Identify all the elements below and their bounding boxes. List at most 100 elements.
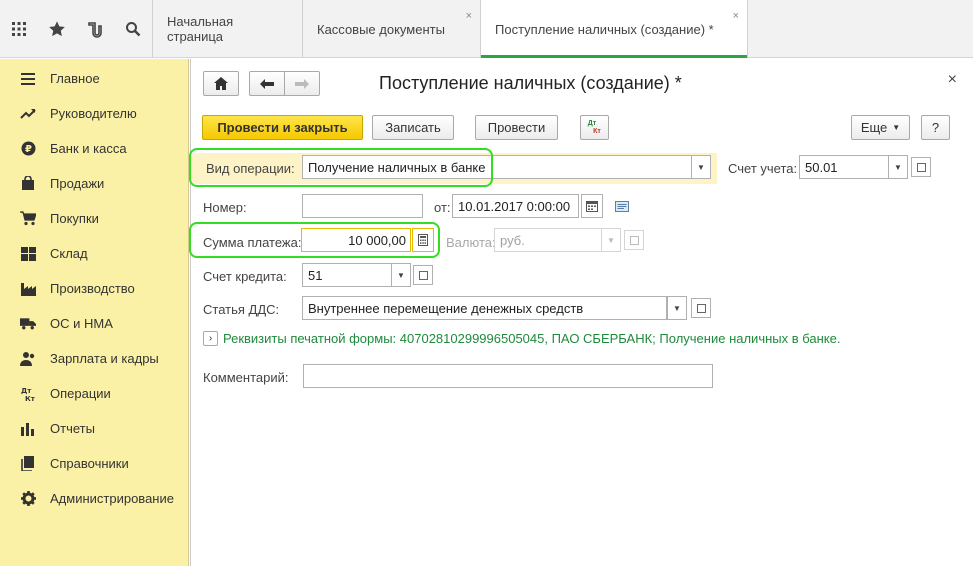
credit-account-field[interactable]: 51 (302, 263, 392, 287)
more-label: Еще (860, 120, 888, 135)
operation-type-dropdown[interactable]: ▼ (691, 155, 711, 179)
dds-field[interactable]: Внутреннее перемещение денежных средств (302, 296, 667, 320)
number-label: Номер: (203, 200, 247, 215)
sidebar-item-reports[interactable]: Отчеты (0, 411, 188, 446)
currency-open-button[interactable] (624, 230, 644, 250)
tab-home[interactable]: Начальная страница (152, 0, 302, 58)
sidebar-item-main[interactable]: Главное (0, 61, 188, 96)
date-label: от: (434, 200, 451, 215)
sidebar-item-label: Справочники (50, 456, 129, 471)
chevron-down-icon: ▼ (607, 235, 615, 245)
expand-chevron-icon[interactable]: › (203, 331, 218, 346)
sidebar-item-label: Банк и касса (50, 141, 127, 156)
dt-kt-icon: Дт Кт (20, 386, 36, 402)
open-icon (916, 162, 926, 172)
bag-icon (20, 176, 36, 192)
people-icon (20, 351, 36, 367)
sidebar-item-manager[interactable]: Руководителю (0, 96, 188, 131)
bar-chart-icon (20, 421, 36, 437)
more-button[interactable]: Еще ▼ (851, 115, 910, 140)
post-and-close-button[interactable]: Провести и закрыть (202, 115, 363, 140)
open-icon (418, 270, 428, 280)
star-icon[interactable] (38, 0, 76, 58)
sidebar-item-label: Зарплата и кадры (50, 351, 159, 366)
back-button[interactable] (249, 71, 285, 96)
calendar-icon (586, 200, 598, 212)
menu-lines-icon (20, 71, 36, 87)
save-button[interactable]: Записать (372, 115, 454, 140)
account-field[interactable]: 50.01 (799, 155, 889, 179)
post-button[interactable]: Провести (475, 115, 558, 140)
open-icon (696, 303, 706, 313)
document-info-icon[interactable] (615, 200, 629, 215)
dt-kt-button[interactable]: Дт Кт (580, 115, 609, 140)
account-label: Счет учета: (728, 161, 798, 176)
chevron-down-icon: ▼ (697, 162, 705, 172)
home-button[interactable] (203, 71, 239, 96)
tab-label: Кассовые документы (317, 21, 445, 37)
apps-grid-icon[interactable] (0, 0, 38, 58)
tab-cash-documents[interactable]: Кассовые документы × (302, 0, 480, 58)
gear-icon (20, 491, 36, 507)
sidebar-item-admin[interactable]: Администрирование (0, 481, 188, 516)
sidebar-item-operations[interactable]: Дт Кт Операции (0, 376, 188, 411)
dt-label: Дт (587, 119, 597, 127)
close-tab-icon[interactable]: × (733, 10, 739, 22)
sidebar-item-warehouse[interactable]: Склад (0, 236, 188, 271)
sidebar-item-label: Операции (50, 386, 111, 401)
sidebar-item-label: Продажи (50, 176, 105, 191)
dds-open-button[interactable] (691, 298, 711, 318)
print-form-details-link[interactable]: Реквизиты печатной формы: 40702810299996… (223, 331, 840, 346)
account-open-button[interactable] (911, 157, 931, 177)
credit-account-dropdown[interactable]: ▼ (391, 263, 411, 287)
sidebar-item-references[interactable]: Справочники (0, 446, 188, 481)
currency-dropdown[interactable]: ▼ (601, 228, 621, 252)
history-icon[interactable] (76, 0, 114, 58)
sidebar-item-label: Главное (50, 71, 100, 86)
date-field[interactable]: 10.01.2017 0:00:00 (452, 194, 579, 218)
sidebar-item-purchases[interactable]: Покупки (0, 201, 188, 236)
books-icon (20, 456, 36, 472)
dds-label: Статья ДДС: (203, 302, 280, 317)
highlight-frame-amount (189, 222, 440, 258)
tab-cash-receipt[interactable]: Поступление наличных (создание) * × (480, 0, 747, 58)
comment-field[interactable] (303, 364, 713, 388)
search-icon[interactable] (114, 0, 152, 58)
arrow-right-icon (295, 78, 309, 89)
calendar-button[interactable] (581, 194, 603, 218)
sidebar-item-bank[interactable]: ₽ Банк и касса (0, 131, 188, 166)
kt-label: Кт (593, 127, 601, 135)
forward-button[interactable] (284, 71, 320, 96)
dds-dropdown[interactable]: ▼ (667, 296, 687, 320)
sidebar-item-label: Отчеты (50, 421, 95, 436)
sidebar-item-sales[interactable]: Продажи (0, 166, 188, 201)
account-dropdown[interactable]: ▼ (888, 155, 908, 179)
arrow-left-icon (260, 78, 274, 89)
top-bar: Начальная страница Кассовые документы × … (0, 0, 973, 58)
chevron-down-icon: ▼ (397, 270, 405, 280)
sidebar-item-label: ОС и НМА (50, 316, 113, 331)
sidebar-item-label: Производство (50, 281, 135, 296)
trend-icon (20, 106, 36, 122)
home-icon (214, 77, 228, 90)
help-button[interactable]: ? (921, 115, 950, 140)
currency-field[interactable]: руб. (494, 228, 604, 252)
sidebar-item-production[interactable]: Производство (0, 271, 188, 306)
warehouse-icon (20, 246, 36, 262)
ruble-coin-icon: ₽ (20, 141, 36, 157)
svg-text:₽: ₽ (25, 144, 32, 155)
sidebar-item-assets[interactable]: ОС и НМА (0, 306, 188, 341)
open-icon (629, 235, 639, 245)
number-field[interactable] (302, 194, 423, 218)
close-tab-icon[interactable]: × (466, 10, 472, 22)
truck-icon (20, 316, 36, 332)
credit-account-open-button[interactable] (413, 265, 433, 285)
credit-account-label: Счет кредита: (203, 269, 287, 284)
sidebar-item-payroll[interactable]: Зарплата и кадры (0, 341, 188, 376)
tab-divider (747, 0, 748, 58)
sidebar-item-label: Администрирование (50, 491, 174, 506)
highlight-frame-operation (189, 148, 493, 187)
close-icon[interactable]: × (948, 71, 957, 89)
comment-label: Комментарий: (203, 370, 289, 385)
cart-icon (20, 211, 36, 227)
